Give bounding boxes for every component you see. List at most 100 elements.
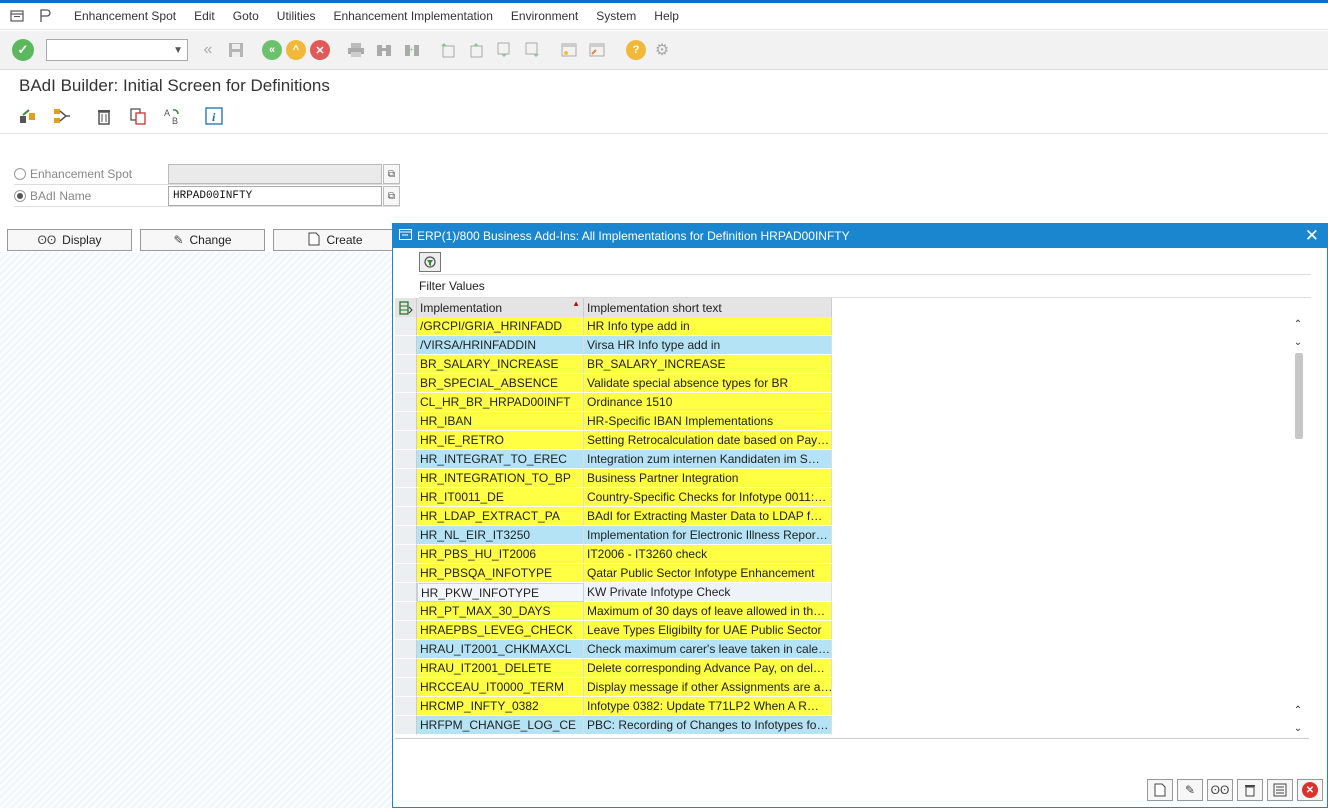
cancel-icon[interactable]: ✕ bbox=[1297, 779, 1323, 801]
table-row[interactable]: HR_PBSQA_INFOTYPE Qatar Public Sector Inf… bbox=[395, 564, 832, 583]
scroll-up-icon[interactable]: ⌃ bbox=[1289, 703, 1307, 717]
implementation-cell[interactable]: HR_IBAN bbox=[417, 412, 584, 431]
row-selector[interactable] bbox=[395, 317, 417, 336]
table-row[interactable]: BR_SPECIAL_ABSENCE Validate special absen… bbox=[395, 374, 832, 393]
table-row[interactable]: HR_IT0011_DE Country-Specific Checks for … bbox=[395, 488, 832, 507]
implementation-cell[interactable]: BR_SALARY_INCREASE bbox=[417, 355, 584, 374]
delete-icon[interactable] bbox=[92, 104, 116, 128]
hierarchy-icon[interactable] bbox=[50, 104, 74, 128]
table-row[interactable]: HR_NL_EIR_IT3250 Implementation for Elect… bbox=[395, 526, 832, 545]
implementation-cell[interactable]: /GRCPI/GRIA_HRINFADD bbox=[417, 317, 584, 336]
short-text-cell[interactable]: Country-Specific Checks for Infotype 001… bbox=[584, 488, 832, 507]
row-selector[interactable] bbox=[395, 336, 417, 355]
shortcut-icon[interactable] bbox=[586, 38, 610, 62]
double-chevron-left-icon[interactable]: « bbox=[196, 38, 220, 62]
short-text-cell[interactable]: IT2006 - IT3260 check bbox=[584, 545, 832, 564]
next-page-icon[interactable] bbox=[492, 38, 516, 62]
display-change-icon[interactable] bbox=[16, 104, 40, 128]
table-row[interactable]: HRAU_IT2001_DELETE Delete corresponding A… bbox=[395, 659, 832, 678]
implementation-cell[interactable]: HR_PBS_HU_IT2006 bbox=[417, 545, 584, 564]
chevron-down-icon[interactable]: ⌄ bbox=[1289, 721, 1307, 735]
last-page-icon[interactable] bbox=[520, 38, 544, 62]
glasses-icon[interactable]: ʘʘ bbox=[1207, 779, 1233, 801]
short-text-cell[interactable]: HR Info type add in bbox=[584, 317, 832, 336]
table-row[interactable]: HR_PKW_INFOTYPE KW Private Infotype Check bbox=[395, 583, 832, 602]
row-selector[interactable] bbox=[395, 431, 417, 450]
short-text-cell[interactable]: Implementation for Electronic Illness Re… bbox=[584, 526, 832, 545]
table-row[interactable]: HRCMP_INFTY_0382 Infotype 0382: Update T7… bbox=[395, 697, 832, 716]
info-icon[interactable]: i bbox=[202, 104, 226, 128]
table-row[interactable]: /VIRSA/HRINFADDIN Virsa HR Info type add … bbox=[395, 336, 832, 355]
exit-icon[interactable]: ^ bbox=[286, 40, 306, 60]
row-selector[interactable] bbox=[395, 374, 417, 393]
create-button[interactable]: Create bbox=[273, 229, 398, 251]
table-row[interactable]: HR_PT_MAX_30_DAYS Maximum of 30 days of l… bbox=[395, 602, 832, 621]
cancel-icon[interactable]: ✕ bbox=[310, 40, 330, 60]
table-row[interactable]: HR_LDAP_EXTRACT_PA BAdI for Extracting Ma… bbox=[395, 507, 832, 526]
table-row[interactable]: HRCCEAU_IT0000_TERM Display message if ot… bbox=[395, 678, 832, 697]
table-row[interactable]: HR_IBAN HR-Specific IBAN Implementations bbox=[395, 412, 832, 431]
row-selector[interactable] bbox=[395, 716, 417, 735]
change-button[interactable]: ✎ Change bbox=[140, 229, 265, 251]
short-text-cell[interactable]: BAdI for Extracting Master Data to LDAP … bbox=[584, 507, 832, 526]
table-row[interactable]: HRFPM_CHANGE_LOG_CE PBC: Recording of Cha… bbox=[395, 716, 832, 735]
short-text-cell[interactable]: PBC: Recording of Changes to Infotypes f… bbox=[584, 716, 832, 735]
row-selector[interactable] bbox=[395, 488, 417, 507]
implementation-cell[interactable]: HRAU_IT2001_DELETE bbox=[417, 659, 584, 678]
table-row[interactable]: HR_INTEGRAT_TO_EREC Integration zum inter… bbox=[395, 450, 832, 469]
row-selector[interactable] bbox=[395, 412, 417, 431]
row-selector[interactable] bbox=[395, 659, 417, 678]
short-text-cell[interactable]: Maximum of 30 days of leave allowed in t… bbox=[584, 602, 832, 621]
rename-icon[interactable]: AB bbox=[160, 104, 184, 128]
row-selector[interactable] bbox=[395, 678, 417, 697]
short-text-cell[interactable]: Delete corresponding Advance Pay, on del… bbox=[584, 659, 832, 678]
value-help-icon[interactable]: ⧉ bbox=[383, 186, 400, 206]
filter-icon[interactable] bbox=[419, 252, 441, 272]
short-text-cell[interactable]: Leave Types Eligibilty for UAE Public Se… bbox=[584, 621, 832, 640]
table-row[interactable]: /GRCPI/GRIA_HRINFADD HR Info type add in bbox=[395, 317, 832, 336]
short-text-cell[interactable]: Validate special absence types for BR bbox=[584, 374, 832, 393]
row-selector[interactable] bbox=[395, 564, 417, 583]
print-icon[interactable] bbox=[344, 38, 368, 62]
menu-edit[interactable]: Edit bbox=[194, 9, 215, 23]
chevron-down-icon[interactable]: ⌄ bbox=[1289, 335, 1307, 349]
table-row[interactable]: CL_HR_BR_HRPAD00INFT Ordinance 1510 bbox=[395, 393, 832, 412]
menu-enhancement-implementation[interactable]: Enhancement Implementation bbox=[333, 9, 492, 23]
row-selector[interactable] bbox=[395, 469, 417, 488]
implementation-cell[interactable]: CL_HR_BR_HRPAD00INFT bbox=[417, 393, 584, 412]
menu-icon[interactable] bbox=[6, 5, 28, 27]
row-selector[interactable] bbox=[395, 640, 417, 659]
first-page-icon[interactable] bbox=[436, 38, 460, 62]
implementation-cell[interactable]: /VIRSA/HRINFADDIN bbox=[417, 336, 584, 355]
short-text-cell[interactable]: Integration zum internen Kandidaten im S… bbox=[584, 450, 832, 469]
implementation-cell[interactable]: HR_IT0011_DE bbox=[417, 488, 584, 507]
short-text-cell[interactable]: Virsa HR Info type add in bbox=[584, 336, 832, 355]
short-text-cell[interactable]: Display message if other Assignments are… bbox=[584, 678, 832, 697]
row-selector[interactable] bbox=[395, 602, 417, 621]
enhancement-spot-radio[interactable] bbox=[14, 168, 26, 180]
implementation-cell[interactable]: HRCMP_INFTY_0382 bbox=[417, 697, 584, 716]
implementation-cell[interactable]: HR_IE_RETRO bbox=[417, 431, 584, 450]
row-selector[interactable] bbox=[395, 355, 417, 374]
row-selector[interactable] bbox=[395, 621, 417, 640]
row-selector[interactable] bbox=[395, 393, 417, 412]
short-text-cell[interactable]: Setting Retrocalculation date based on P… bbox=[584, 431, 832, 450]
new-document-button[interactable] bbox=[1147, 779, 1173, 801]
back-icon[interactable]: « bbox=[262, 40, 282, 60]
table-row[interactable]: HRAEPBS_LEVEG_CHECK Leave Types Eligibilt… bbox=[395, 621, 832, 640]
details-icon[interactable] bbox=[1267, 779, 1293, 801]
menu-goto[interactable]: Goto bbox=[233, 9, 259, 23]
chevron-down-icon[interactable]: ▼ bbox=[173, 45, 183, 56]
badi-name-field[interactable]: HRPAD00INFTY bbox=[168, 186, 382, 206]
short-text-cell[interactable]: Qatar Public Sector Infotype Enhancement bbox=[584, 564, 832, 583]
short-text-cell[interactable]: Business Partner Integration bbox=[584, 469, 832, 488]
short-text-cell[interactable]: Infotype 0382: Update T71LP2 When A R… bbox=[584, 697, 832, 716]
copy-icon[interactable] bbox=[126, 104, 150, 128]
row-selector[interactable] bbox=[395, 526, 417, 545]
badi-name-radio[interactable] bbox=[14, 190, 26, 202]
close-icon[interactable]: ✕ bbox=[1305, 226, 1319, 246]
implementation-cell[interactable]: HR_INTEGRATION_TO_BP bbox=[417, 469, 584, 488]
menu-enhancement-spot[interactable]: Enhancement Spot bbox=[74, 9, 176, 23]
table-row[interactable]: HR_INTEGRATION_TO_BP Business Partner Int… bbox=[395, 469, 832, 488]
implementation-cell[interactable]: HR_PT_MAX_30_DAYS bbox=[417, 602, 584, 621]
